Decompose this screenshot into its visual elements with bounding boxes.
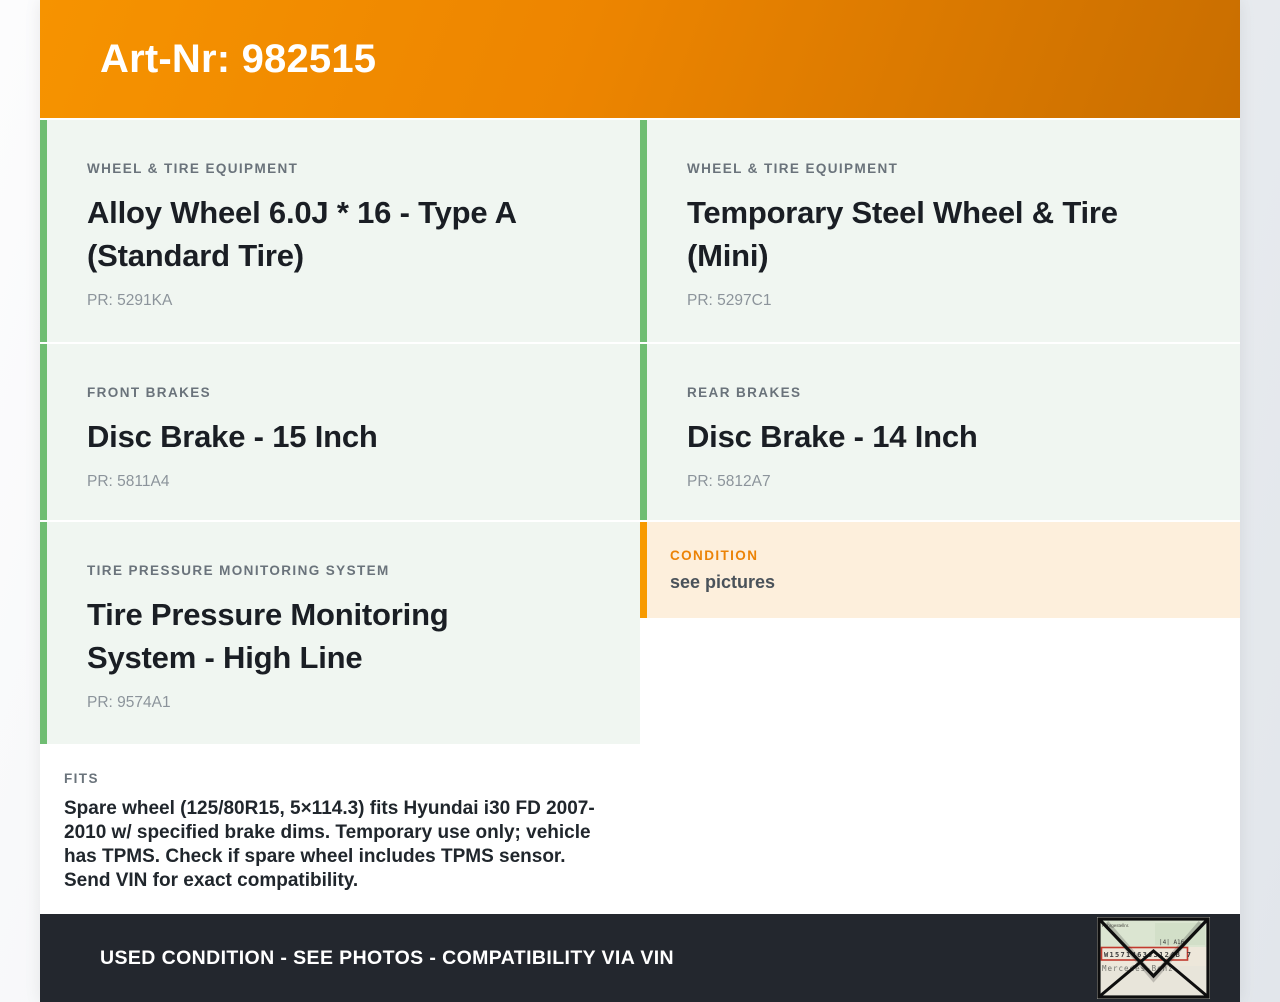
spec-card-pr-code: PR: 5291KA (87, 292, 173, 309)
spec-card-label: REAR BRAKES (687, 385, 802, 400)
condition-value: see pictures (670, 572, 776, 592)
spec-card-tpms: TIRE PRESSURE MONITORING SYSTEM Tire Pre… (40, 522, 640, 744)
spec-card-title: Alloy Wheel 6.0J * 16 - Type A (Standard… (87, 195, 516, 273)
spec-card-title: Temporary Steel Wheel & Tire (Mini) (687, 195, 1118, 273)
article-number-title: Art-Nr: 982515 (100, 36, 377, 81)
spec-card-pr-code: PR: 5812A7 (687, 473, 771, 490)
footer-note: USED CONDITION - SEE PHOTOS - COMPATIBIL… (100, 946, 675, 969)
header: Art-Nr: 982515 (40, 0, 1240, 118)
spec-card-pr-code: PR: 9574A1 (87, 694, 171, 711)
spec-card-title: Tire Pressure Monitoring System - High L… (87, 597, 449, 675)
right-column-filler (640, 618, 1240, 914)
spec-card-title: Disc Brake - 15 Inch (87, 419, 378, 454)
spec-card-label: WHEEL & TIRE EQUIPMENT (687, 161, 899, 176)
product-sheet: Art-Nr: 982515 WHEEL & TIRE EQUIPMENT Al… (40, 0, 1240, 1002)
fits-label: FITS (64, 771, 99, 786)
spec-card-alloy-wheel: WHEEL & TIRE EQUIPMENT Alloy Wheel 6.0J … (40, 120, 640, 342)
spec-card-label: FRONT BRAKES (87, 385, 212, 400)
spec-card-front-brakes: FRONT BRAKES Disc Brake - 15 Inch PR: 58… (40, 344, 640, 520)
fits-section: FITS Spare wheel (125/80R15, 5×114.3) fi… (40, 746, 640, 914)
spec-card-label: WHEEL & TIRE EQUIPMENT (87, 161, 299, 176)
spec-card-pr-code: PR: 5297C1 (687, 292, 772, 309)
spec-card-title: Disc Brake - 14 Inch (687, 419, 978, 454)
vin-document-envelope-image: Fahrgestellnr. |4| A16 W1571463J3124B 7 … (1097, 917, 1210, 999)
condition-label: CONDITION (670, 548, 759, 563)
spec-card-rear-brakes: REAR BRAKES Disc Brake - 14 Inch PR: 581… (640, 344, 1240, 520)
spec-card-label: TIRE PRESSURE MONITORING SYSTEM (87, 563, 390, 578)
spec-card-steel-wheel: WHEEL & TIRE EQUIPMENT Temporary Steel W… (640, 120, 1240, 342)
fits-description: Spare wheel (125/80R15, 5×114.3) fits Hy… (64, 798, 595, 891)
footer: USED CONDITION - SEE PHOTOS - COMPATIBIL… (40, 914, 1240, 1002)
content: WHEEL & TIRE EQUIPMENT Alloy Wheel 6.0J … (40, 118, 1240, 914)
left-column: WHEEL & TIRE EQUIPMENT Alloy Wheel 6.0J … (40, 120, 640, 914)
spec-card-pr-code: PR: 5811A4 (87, 473, 170, 490)
right-column: WHEEL & TIRE EQUIPMENT Temporary Steel W… (640, 120, 1240, 914)
condition-card: CONDITION see pictures (640, 522, 1240, 618)
